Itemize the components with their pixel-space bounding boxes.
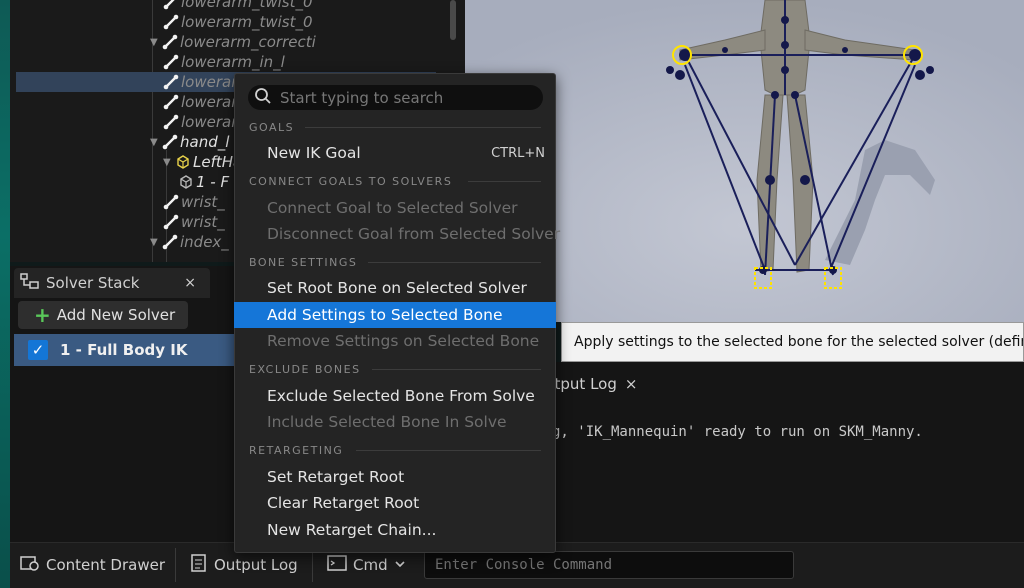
tree-row-label: lowerarm_twist_0 (181, 13, 313, 31)
tree-row-label: lowerar (181, 73, 238, 91)
tree-row-label: lowerarm_correcti (180, 33, 316, 51)
hierarchy-scrollbar[interactable] (450, 0, 456, 40)
menu-item-include-bone[interactable]: Include Selected Bone In Solve (234, 409, 556, 435)
bone-icon (163, 94, 179, 110)
tree-row-label: wrist_ (181, 213, 225, 231)
tree-row-label: 1 - F (196, 173, 230, 191)
output-log-label: Output Log (214, 556, 298, 574)
section-header-retargeting: RETARGETING (249, 443, 344, 457)
cmd-label: Cmd (353, 556, 388, 574)
content-drawer-icon (20, 554, 40, 576)
tooltip: Apply settings to the selected bone for … (561, 322, 1024, 362)
bone-icon (163, 194, 179, 210)
tree-row[interactable]: lowerarm_twist_0 (163, 12, 313, 32)
bone-icon (163, 214, 179, 230)
chevron-down-icon (394, 558, 406, 572)
tree-row-label: lowerar (181, 93, 238, 111)
terminal-icon (327, 554, 347, 576)
add-new-solver-label: Add New Solver (56, 306, 176, 324)
menu-item-new-ik-goal[interactable]: New IK Goal CTRL+N (234, 140, 556, 166)
section-header-goals: GOALS (249, 120, 295, 134)
tree-row-label: lowerar (181, 113, 238, 131)
section-header-exclude-bones: EXCLUDE BONES (249, 362, 361, 376)
menu-item-new-retarget-chain[interactable]: New Retarget Chain... (234, 517, 556, 543)
tree-row[interactable]: wrist_ (163, 192, 225, 212)
desktop-edge (0, 0, 10, 588)
tree-row-label: lowerarm_twist_0 (181, 0, 313, 11)
plus-icon: + (34, 303, 51, 327)
output-log-icon (190, 553, 208, 577)
menu-item-label: New IK Goal (267, 144, 361, 162)
bone-icon (163, 0, 175, 10)
content-drawer-label: Content Drawer (46, 556, 165, 574)
close-icon[interactable]: × (625, 375, 638, 393)
output-log-tab[interactable]: utput Log × (545, 372, 637, 396)
bone-icon (163, 54, 179, 70)
menu-item-remove-settings[interactable]: Remove Settings on Selected Bone (234, 328, 556, 354)
solver-enabled-checkbox[interactable]: ✓ (28, 340, 48, 360)
section-header-bone-settings: BONE SETTINGS (249, 255, 358, 269)
tree-row[interactable]: lowerarm_twist_0 (163, 0, 313, 12)
tree-row[interactable]: lowerar (163, 112, 237, 132)
bone-icon (163, 114, 179, 130)
menu-item-connect-goal[interactable]: Connect Goal to Selected Solver (234, 195, 556, 221)
menu-search-box[interactable] (248, 85, 543, 110)
menu-item-set-retarget-root[interactable]: Set Retarget Root (234, 464, 556, 490)
tree-row-label: index_ (180, 233, 229, 251)
menu-item-set-root-bone[interactable]: Set Root Bone on Selected Solver (234, 275, 556, 301)
bone-icon (162, 234, 178, 250)
tree-row[interactable]: lowerarm_in_l (163, 52, 285, 72)
tree-row[interactable]: ▼ hand_l (150, 132, 229, 152)
menu-item-add-settings[interactable]: Add Settings to Selected Bone (234, 302, 556, 328)
tree-row-label: lowerarm_in_l (181, 53, 285, 71)
tree-row[interactable]: ▼ lowerarm_correcti (150, 32, 316, 52)
expand-arrow-icon[interactable]: ▼ (163, 157, 175, 168)
menu-search-input[interactable] (280, 88, 530, 107)
goal-icon (180, 175, 192, 189)
tree-row[interactable]: wrist_ (163, 212, 225, 232)
expand-arrow-icon[interactable]: ▼ (150, 37, 162, 48)
menu-item-shortcut: CTRL+N (491, 145, 545, 161)
close-icon[interactable]: × (184, 275, 196, 291)
search-icon (254, 87, 272, 109)
tree-row[interactable]: ▼ index_ (150, 232, 229, 252)
section-header-connect-goals: CONNECT GOALS TO SOLVERS (249, 174, 453, 188)
tree-row[interactable]: 1 - F (178, 172, 229, 192)
solver-stack-tab[interactable]: Solver Stack × (14, 268, 210, 298)
menu-item-disconnect-goal[interactable]: Disconnect Goal from Selected Solver (234, 221, 560, 247)
content-drawer-button[interactable]: Content Drawer (20, 546, 165, 584)
bone-icon (163, 74, 179, 90)
tree-row-label: wrist_ (181, 193, 225, 211)
tree-row-label: hand_l (180, 133, 230, 151)
solver-stack-icon (20, 272, 40, 294)
solver-item-full-body-ik[interactable]: ✓ 1 - Full Body IK (14, 334, 236, 366)
bone-icon (162, 34, 178, 50)
console-command-input[interactable] (424, 551, 794, 579)
expand-arrow-icon[interactable]: ▼ (150, 137, 162, 148)
tree-row[interactable]: ▼ LeftHa (163, 152, 242, 172)
bone-icon (163, 14, 179, 30)
add-new-solver-button[interactable]: + Add New Solver (18, 301, 188, 329)
solver-item-label: 1 - Full Body IK (60, 341, 188, 359)
bone-icon (162, 134, 178, 150)
goal-icon (177, 155, 189, 169)
tree-row[interactable]: lowerar (163, 92, 237, 112)
menu-item-exclude-bone[interactable]: Exclude Selected Bone From Solve (234, 383, 556, 409)
log-line: g, 'IK_Mannequin' ready to run on SKM_Ma… (552, 424, 923, 440)
menu-item-clear-retarget-root[interactable]: Clear Retarget Root (234, 490, 556, 516)
expand-arrow-icon[interactable]: ▼ (150, 237, 162, 248)
solver-stack-tab-label: Solver Stack (46, 274, 140, 292)
